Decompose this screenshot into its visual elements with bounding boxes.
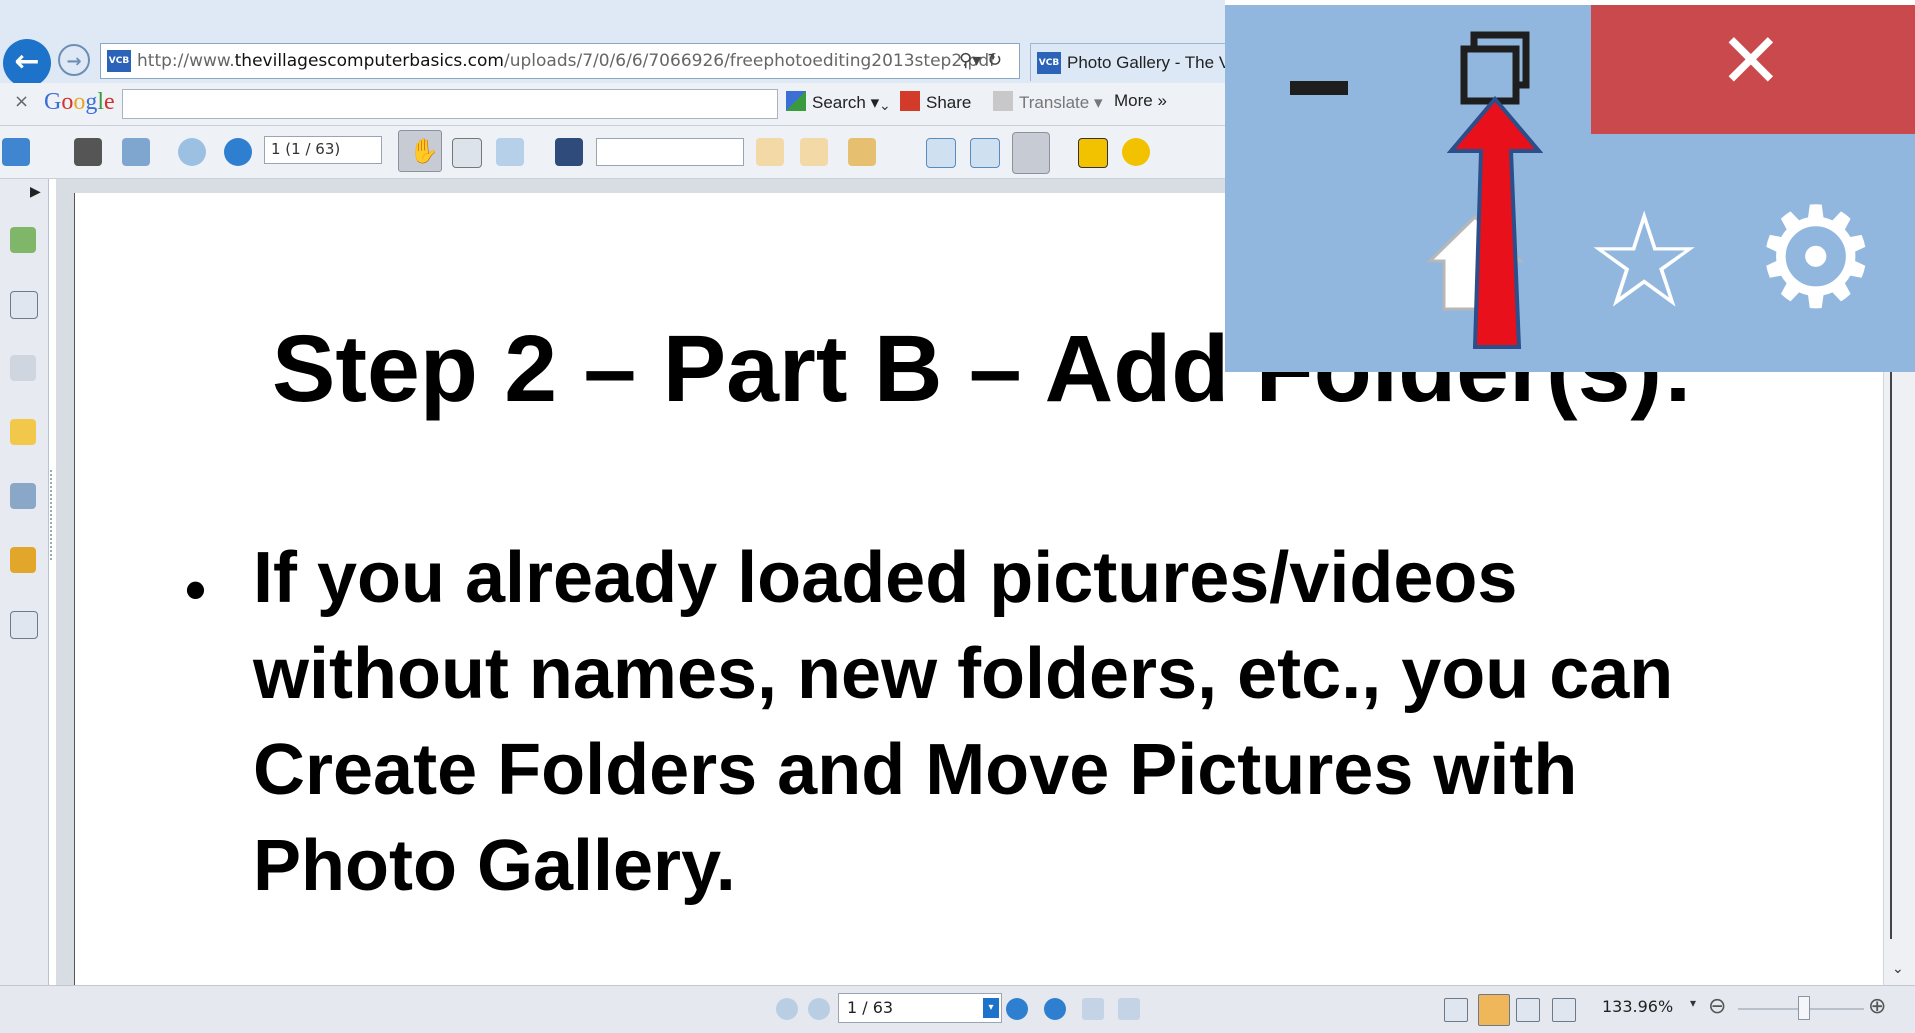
zoom-out-icon[interactable]: ⊖: [1708, 994, 1726, 1019]
next-page-icon[interactable]: [224, 138, 252, 166]
url-input[interactable]: VCB http://www.thevillagescomputerbasics…: [100, 43, 1020, 79]
pdf-toolbar: 1 (1 / 63) ✋: [0, 126, 1225, 179]
google-search-input[interactable]: ⌄: [122, 89, 891, 119]
print-icon[interactable]: [74, 138, 102, 166]
hand-tool-button[interactable]: ✋: [398, 130, 442, 172]
hand-icon: ✋: [409, 137, 439, 165]
star-icon[interactable]: ☆: [1585, 195, 1703, 327]
next-view-icon[interactable]: [1118, 998, 1140, 1020]
layers-icon[interactable]: [10, 355, 36, 381]
minimize-icon[interactable]: [1290, 81, 1348, 95]
last-page-icon[interactable]: [1044, 998, 1066, 1020]
url-text: http://www.thevillagescomputerbasics.com…: [137, 51, 996, 71]
bookmarks-icon[interactable]: [10, 291, 38, 319]
google-search-icon: [786, 91, 806, 111]
scroll-down-icon[interactable]: ⌄: [1892, 961, 1904, 977]
share-icon: [900, 91, 920, 111]
window-controls-overlay: ✕ ☆ ⚙: [1225, 5, 1915, 372]
pointer-icon[interactable]: [496, 138, 524, 166]
toolbar-close-icon[interactable]: ×: [14, 91, 29, 112]
comments-icon[interactable]: [10, 419, 36, 445]
google-logo: Google: [44, 89, 115, 115]
two-page-icon[interactable]: [1516, 998, 1540, 1022]
zoom-level[interactable]: 133.96%: [1602, 997, 1673, 1016]
attachment-icon[interactable]: [10, 483, 36, 509]
next-page-status-icon[interactable]: [1006, 998, 1028, 1020]
find-previous-icon[interactable]: [756, 138, 784, 166]
red-arrow-icon: [1447, 95, 1543, 349]
zoom-in-icon[interactable]: ⊕: [1868, 994, 1886, 1019]
google-toolbar: × Google ⌄ Search ▾ Share Translate ▾ Mo…: [0, 83, 1225, 126]
share-button[interactable]: Share: [900, 91, 971, 113]
url-search-refresh-icons[interactable]: ⚲▾ ↻: [959, 50, 1002, 71]
find-next-icon[interactable]: [800, 138, 828, 166]
tab-title: Photo Gallery - The V: [1067, 53, 1231, 72]
page-dropdown-icon[interactable]: ▾: [983, 998, 999, 1018]
find-options-icon[interactable]: [848, 138, 876, 166]
page-number-input[interactable]: 1 (1 / 63): [264, 136, 382, 164]
find-input[interactable]: [596, 138, 744, 166]
signature-icon[interactable]: [10, 611, 38, 639]
back-arrow-icon[interactable]: ←: [3, 39, 51, 87]
pages-icon[interactable]: [10, 227, 36, 253]
fit-page-icon[interactable]: [970, 138, 1000, 168]
tab-favicon: VCB: [1037, 52, 1061, 74]
translate-icon: [993, 91, 1013, 111]
left-side-panel: ▶: [0, 179, 49, 985]
more-button[interactable]: More »: [1114, 91, 1167, 111]
email-icon[interactable]: [122, 138, 150, 166]
tab-photo-gallery[interactable]: VCB Photo Gallery - The V: [1030, 43, 1230, 81]
two-page-continuous-icon[interactable]: [1552, 998, 1576, 1022]
previous-page-icon[interactable]: [178, 138, 206, 166]
forward-arrow-icon[interactable]: →: [58, 44, 90, 76]
find-binoculars-icon[interactable]: [555, 138, 583, 166]
address-bar: ← → VCB http://www.thevillagescomputerba…: [0, 0, 1230, 87]
zoom-dropdown-icon[interactable]: ▾: [1690, 996, 1696, 1010]
bullet-text: If you already loaded pictures/videos wi…: [253, 538, 1674, 906]
typewriter-icon[interactable]: [1078, 138, 1108, 168]
close-icon: ✕: [1719, 16, 1783, 105]
zoom-slider-thumb[interactable]: [1798, 996, 1810, 1020]
first-page-icon[interactable]: [776, 998, 798, 1020]
select-text-icon[interactable]: [452, 138, 482, 168]
continuous-page-icon[interactable]: [1478, 994, 1510, 1026]
expand-icon[interactable]: [2, 138, 30, 166]
prev-page-icon[interactable]: [808, 998, 830, 1020]
fit-width-icon[interactable]: [1012, 132, 1050, 174]
search-button[interactable]: Search ▾: [786, 91, 879, 113]
translate-button[interactable]: Translate ▾: [993, 91, 1103, 113]
previous-view-icon[interactable]: [1082, 998, 1104, 1020]
comment-icon[interactable]: [1122, 138, 1150, 166]
panel-toggle-icon[interactable]: ▶: [30, 184, 41, 200]
close-window-button[interactable]: ✕: [1591, 5, 1915, 134]
site-favicon: VCB: [107, 50, 131, 72]
single-page-icon[interactable]: [1444, 998, 1468, 1022]
status-bar: 1 / 63 ▾ 133.96% ▾ ⊖ ⊕: [0, 985, 1915, 1033]
bullet-icon: •: [185, 556, 207, 623]
actual-size-icon[interactable]: [926, 138, 956, 168]
status-page-input[interactable]: 1 / 63: [838, 993, 1002, 1023]
lock-icon[interactable]: [10, 547, 36, 573]
chevron-down-icon[interactable]: ⌄: [879, 98, 891, 114]
gear-icon[interactable]: ⚙: [1753, 189, 1879, 329]
